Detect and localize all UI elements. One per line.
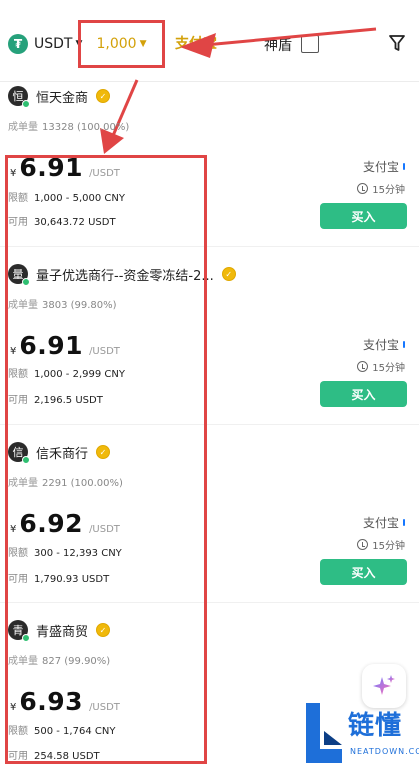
neatdown-logo-icon — [306, 703, 342, 763]
tether-icon: ₮ — [8, 34, 28, 54]
merchant-name: 青盛商贸 — [36, 624, 89, 640]
payment-selector[interactable]: 支付宝 — [175, 33, 235, 53]
alipay-indicator — [403, 519, 405, 526]
payment-method: 支付宝 — [363, 514, 405, 531]
watermark-logo: 链懂 NEATDOWN.COM — [300, 697, 419, 769]
watermark-title: 链懂 — [348, 711, 403, 741]
coin-selector[interactable]: ₮ USDT ▼ — [8, 32, 82, 56]
available-amount: 可用 254.58 USDT — [8, 751, 100, 762]
amount-selector[interactable]: 1,000 ▼ — [78, 20, 165, 68]
limit-range: 限额 1,000 - 5,000 CNY — [8, 193, 125, 204]
merchant-header[interactable]: 信 信禾商行 ✓ — [8, 442, 111, 464]
merchant-header[interactable]: 量 量子优选商行--资金零冻结-2... ✓ — [8, 264, 236, 286]
avatar: 恒 — [8, 86, 30, 108]
clock-icon — [357, 539, 369, 550]
shield-filter-checkbox[interactable] — [301, 35, 319, 53]
filter-bar: ₮ USDT ▼ 1,000 ▼ 支付宝 神盾 — [0, 0, 419, 82]
clock-icon — [357, 183, 369, 194]
payment-method: 支付宝 — [363, 158, 405, 175]
order-stats: 成单量 827 (99.90%) — [8, 656, 111, 667]
verified-badge-icon: ✓ — [96, 89, 111, 103]
payment-time-limit: 15分钟 — [357, 359, 405, 374]
price: ¥ 6.93 /USDT — [10, 687, 120, 716]
online-dot — [22, 100, 30, 108]
order-stats: 成单量 3803 (99.80%) — [8, 300, 117, 311]
buy-button[interactable]: 买入 — [320, 559, 407, 585]
verified-badge-icon: ✓ — [96, 445, 111, 459]
price: ¥ 6.92 /USDT — [10, 509, 120, 538]
online-dot — [22, 456, 30, 464]
available-amount: 可用 2,196.5 USDT — [8, 395, 103, 406]
alipay-indicator — [403, 163, 405, 170]
online-dot — [22, 634, 30, 642]
buy-button[interactable]: 买入 — [320, 381, 407, 407]
watermark-subtitle: NEATDOWN.COM — [350, 747, 419, 756]
online-dot — [22, 278, 30, 286]
verified-badge-icon: ✓ — [221, 267, 236, 281]
sparkle-icon — [373, 675, 395, 695]
chevron-down-icon: ▼ — [139, 39, 147, 49]
order-stats: 成单量 13328 (100.00%) — [8, 122, 130, 133]
merchant-name: 量子优选商行--资金零冻结-2... — [36, 268, 214, 284]
clock-icon — [357, 361, 369, 372]
payment-time-limit: 15分钟 — [357, 181, 405, 196]
payment-time-limit: 15分钟 — [357, 537, 405, 552]
shield-filter-label: 神盾 — [264, 38, 292, 54]
divider — [0, 602, 419, 603]
merchant-header[interactable]: 恒 恒天金商 ✓ — [8, 86, 111, 108]
available-amount: 可用 1,790.93 USDT — [8, 574, 110, 585]
coin-label: USDT — [34, 36, 73, 52]
price: ¥ 6.91 /USDT — [10, 331, 120, 360]
limit-range: 限额 300 - 12,393 CNY — [8, 548, 122, 559]
merchant-name: 恒天金商 — [36, 90, 89, 106]
divider — [0, 246, 419, 247]
avatar: 信 — [8, 442, 30, 464]
buy-button[interactable]: 买入 — [320, 203, 407, 229]
verified-badge-icon: ✓ — [96, 623, 111, 637]
merchant-name: 信禾商行 — [36, 446, 89, 462]
price: ¥ 6.91 /USDT — [10, 153, 120, 182]
limit-range: 限额 500 - 1,764 CNY — [8, 726, 116, 737]
funnel-icon[interactable] — [388, 33, 406, 53]
alipay-indicator — [403, 341, 405, 348]
avatar: 量 — [8, 264, 30, 286]
limit-range: 限额 1,000 - 2,999 CNY — [8, 369, 125, 380]
available-amount: 可用 30,643.72 USDT — [8, 217, 116, 228]
amount-value: 1,000 — [96, 36, 137, 52]
merchant-header[interactable]: 青 青盛商贸 ✓ — [8, 620, 111, 642]
avatar: 青 — [8, 620, 30, 642]
order-stats: 成单量 2291 (100.00%) — [8, 478, 123, 489]
payment-method: 支付宝 — [363, 336, 405, 353]
divider — [0, 424, 419, 425]
